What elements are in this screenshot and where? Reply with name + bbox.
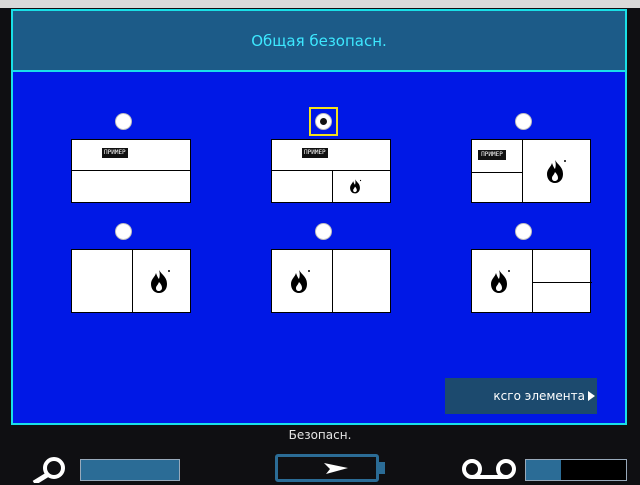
search-icon <box>32 457 65 483</box>
flame-icon <box>350 179 362 194</box>
bottom-bar <box>0 445 640 485</box>
arrow-right-icon <box>588 391 595 401</box>
layout-option-4[interactable] <box>71 223 201 323</box>
tape-icon <box>462 459 516 479</box>
tape-level-meter <box>525 459 627 481</box>
label-preview: ПРИМЕР <box>271 139 391 203</box>
header-tag: ПРИМЕР <box>102 148 128 158</box>
header-tag: ПРИМЕР <box>478 150 506 160</box>
left-level-bar <box>80 459 180 481</box>
tape-level-fill <box>526 460 561 480</box>
radio-button[interactable] <box>515 223 532 240</box>
layout-option-5[interactable] <box>271 223 401 323</box>
label-preview <box>271 249 391 313</box>
label-preview <box>71 249 191 313</box>
header-tag: ПРИМЕР <box>302 148 328 158</box>
label-preview: ПРИМЕР <box>71 139 191 203</box>
main-screen: Общая безопасн. ПРИМЕР ПРИМЕР ПРИМЕР ксг… <box>11 9 627 425</box>
battery-tip <box>379 462 385 474</box>
label-preview <box>471 249 592 313</box>
radio-button[interactable] <box>115 113 132 130</box>
page-title: Общая безопасн. <box>13 11 625 72</box>
layout-option-2[interactable]: ПРИМЕР <box>271 107 401 213</box>
layout-option-1[interactable]: ПРИМЕР <box>71 113 201 213</box>
flame-icon <box>151 270 170 293</box>
radio-button[interactable] <box>315 223 332 240</box>
radio-button[interactable] <box>515 113 532 130</box>
radio-button[interactable] <box>115 223 132 240</box>
layout-option-6[interactable] <box>471 223 601 323</box>
next-element-button[interactable]: ксго элемента <box>445 378 597 414</box>
flame-icon <box>291 270 310 293</box>
battery-icon <box>275 454 379 482</box>
lightning-icon <box>308 463 348 474</box>
top-strip <box>0 0 640 8</box>
flame-icon <box>491 270 510 293</box>
next-element-label: ксго элемента <box>493 389 585 403</box>
layout-option-3[interactable]: ПРИМЕР <box>471 113 601 213</box>
status-text: Безопасн. <box>288 428 352 442</box>
flame-icon <box>547 160 566 183</box>
radio-button-selected[interactable] <box>315 113 332 130</box>
label-preview: ПРИМЕР <box>471 139 591 203</box>
